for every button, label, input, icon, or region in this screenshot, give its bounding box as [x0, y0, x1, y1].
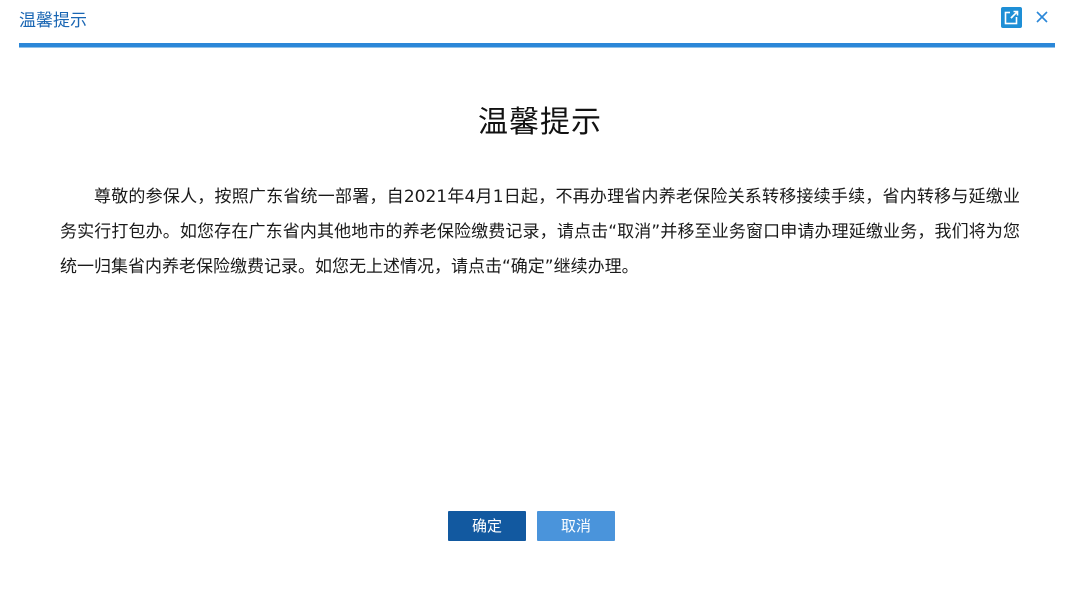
notice-dialog: 温馨提示 温馨提示 尊敬的参保人，按照广东省统一部署，自2021年4月1日起，不…: [0, 0, 1080, 608]
dialog-heading: 温馨提示: [478, 105, 602, 140]
notice-message: 尊敬的参保人，按照广东省统一部署，自2021年4月1日起，不再办理省内养老保险关…: [60, 187, 1020, 277]
close-icon[interactable]: [1033, 8, 1051, 26]
dialog-title: 温馨提示: [19, 11, 87, 31]
cancel-button[interactable]: 取消: [537, 511, 615, 541]
dialog-titlebar: 温馨提示: [19, 0, 1055, 44]
title-divider: [19, 43, 1055, 48]
confirm-button[interactable]: 确定: [448, 511, 526, 541]
external-window-icon[interactable]: [1001, 7, 1022, 28]
